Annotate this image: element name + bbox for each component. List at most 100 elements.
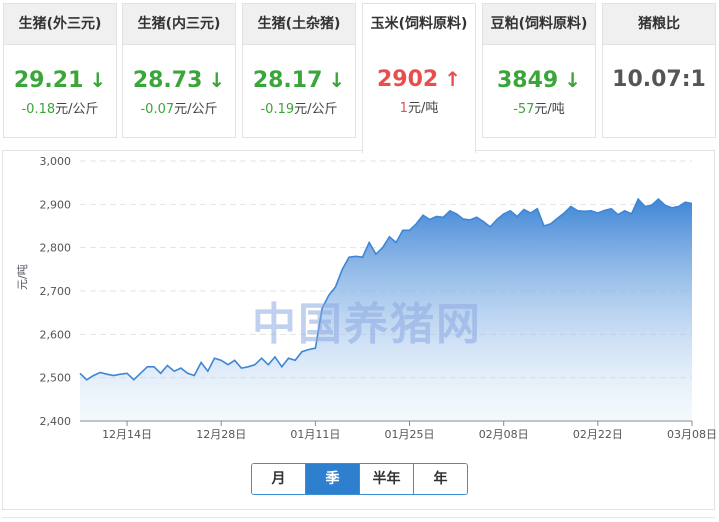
data-point (664, 204, 666, 206)
data-point (543, 225, 545, 227)
data-point (550, 223, 552, 225)
data-point (503, 213, 505, 215)
data-point (583, 210, 585, 212)
data-point (348, 256, 350, 258)
data-point (516, 215, 518, 217)
data-point (671, 207, 673, 209)
data-point (92, 374, 94, 376)
data-point (617, 214, 619, 216)
data-point (496, 218, 498, 220)
data-point (603, 209, 605, 211)
data-point (240, 367, 242, 369)
data-point (677, 205, 679, 207)
data-point (368, 241, 370, 243)
range-button-1[interactable]: 季 (306, 464, 360, 494)
data-point (180, 367, 182, 369)
data-point (610, 208, 612, 210)
data-point (247, 366, 249, 368)
data-point (624, 210, 626, 212)
data-point (415, 223, 417, 225)
data-point (139, 372, 141, 374)
data-point (684, 201, 686, 203)
y-axis-label: 元/吨 (16, 264, 29, 290)
x-tick-label: 01月25日 (385, 428, 435, 441)
price-card-3[interactable]: 玉米(饲料原料) 2902 ↑ 1元/吨 (362, 3, 476, 153)
data-point (79, 372, 81, 374)
data-point (556, 217, 558, 219)
data-point (153, 366, 155, 368)
data-point (341, 268, 343, 270)
y-tick-label: 2,600 (40, 328, 72, 341)
data-point (207, 370, 209, 372)
change-value: 1 (399, 101, 408, 116)
data-point (274, 356, 276, 358)
data-point (112, 374, 114, 376)
y-tick-label: 3,000 (40, 155, 72, 168)
data-point (691, 202, 693, 204)
data-point (402, 229, 404, 231)
data-point (287, 357, 289, 359)
data-point (455, 213, 457, 215)
data-point (200, 361, 202, 363)
data-point (193, 374, 195, 376)
data-point (637, 198, 639, 200)
y-tick-label: 2,900 (40, 198, 72, 211)
x-tick-label: 02月08日 (479, 428, 529, 441)
data-point (650, 204, 652, 206)
range-button-3[interactable]: 年 (414, 464, 467, 494)
x-tick-label: 03月08日 (667, 428, 717, 441)
data-point (482, 221, 484, 223)
data-point (227, 364, 229, 366)
data-point (119, 373, 121, 375)
card-price: 2902 ↑ (363, 66, 475, 93)
data-point (133, 379, 135, 381)
data-point (570, 205, 572, 207)
data-point (563, 212, 565, 214)
data-point (254, 364, 256, 366)
data-point (395, 241, 397, 243)
data-point (408, 229, 410, 231)
data-point (173, 370, 175, 372)
y-tick-label: 2,500 (40, 372, 72, 385)
data-point (657, 198, 659, 200)
data-point (422, 214, 424, 216)
x-tick-label: 02月22日 (573, 428, 623, 441)
divider (2, 517, 715, 518)
data-point (449, 210, 451, 212)
range-selector: 月季半年年 (251, 463, 468, 495)
data-point (166, 364, 168, 366)
data-point (267, 364, 269, 366)
data-point (213, 357, 215, 359)
data-point (523, 208, 525, 210)
price-chart: 2,400 2,500 2,600 2,700 2,800 2,900 3,000 12月14… (40, 155, 718, 441)
data-point (590, 210, 592, 212)
data-point (469, 219, 471, 221)
data-point (577, 210, 579, 212)
x-tick-label: 01月11日 (290, 428, 340, 441)
x-tick-label: 12月14日 (102, 428, 152, 441)
data-point (509, 210, 511, 212)
data-point (429, 218, 431, 220)
card-title: 玉米(饲料原料) (363, 4, 475, 44)
range-button-2[interactable]: 半年 (360, 464, 414, 494)
data-point (644, 205, 646, 207)
data-point (388, 236, 390, 238)
data-point (442, 216, 444, 218)
data-point (220, 359, 222, 361)
data-point (160, 372, 162, 374)
change-unit: 元/吨 (407, 101, 439, 116)
price-value: 2902 (377, 67, 439, 92)
data-point (435, 215, 437, 217)
arrow-up-icon: ↑ (444, 67, 461, 91)
data-point (381, 247, 383, 249)
x-tick-label: 12月28日 (196, 428, 246, 441)
data-point (126, 372, 128, 374)
data-point (234, 359, 236, 361)
range-button-0[interactable]: 月 (252, 464, 306, 494)
data-point (375, 253, 377, 255)
data-point (186, 372, 188, 374)
data-point (146, 366, 148, 368)
data-point (281, 366, 283, 368)
data-point (462, 218, 464, 220)
y-tick-label: 2,700 (40, 285, 72, 298)
